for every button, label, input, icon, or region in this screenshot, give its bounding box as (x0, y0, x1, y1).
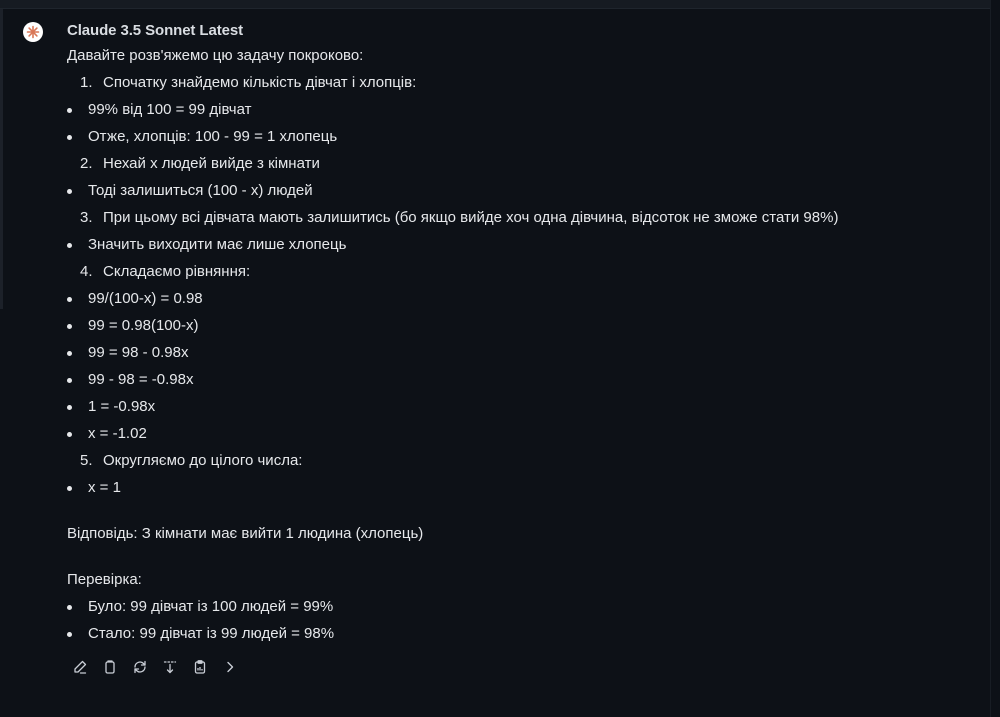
step-number: 3. (80, 209, 93, 226)
chevron-right-icon[interactable] (220, 657, 240, 677)
step-text: Нехай x людей вийде з кімнати (103, 155, 320, 172)
bullet-dot (67, 189, 72, 194)
bullet-dot (67, 486, 72, 491)
model-name: Claude 3.5 Sonnet Latest (67, 22, 243, 39)
bullet-dot (67, 605, 72, 610)
bullet-dot (67, 297, 72, 302)
edit-icon[interactable] (70, 657, 90, 677)
step-number: 2. (80, 155, 93, 172)
list-item: Стало: 99 дівчат із 99 людей = 98% (88, 625, 335, 642)
check-label: Перевірка: (67, 571, 142, 588)
list-item: Було: 99 дівчат із 100 людей = 99% (88, 598, 334, 615)
claude-logo-icon (23, 22, 43, 42)
bullet-dot (67, 324, 72, 329)
step-text: Спочатку знайдемо кількість дівчат і хло… (103, 74, 417, 91)
step-text: Складаємо рівняння: (103, 263, 251, 280)
list-item: 99% від 100 = 99 дівчат (88, 101, 252, 118)
list-item: 99 = 98 - 0.98x (88, 344, 189, 361)
step-number: 5. (80, 452, 93, 469)
assistant-message: Claude 3.5 Sonnet Latest Давайте розв'яж… (0, 9, 990, 717)
list-item: x = 1 (88, 479, 121, 496)
list-item: 99 = 0.98(100-x) (88, 317, 199, 334)
bullet-dot (67, 632, 72, 637)
bullet-dot (67, 108, 72, 113)
list-item: x = -1.02 (88, 425, 147, 442)
list-item: Тоді залишиться (100 - x) людей (88, 182, 313, 199)
bullet-dot (67, 351, 72, 356)
list-item: Значить виходити має лише хлопець (88, 236, 347, 253)
bullet-dot (67, 135, 72, 140)
bullet-dot (67, 405, 72, 410)
branch-icon[interactable] (160, 657, 180, 677)
bullet-dot (67, 432, 72, 437)
step-number: 4. (80, 263, 93, 280)
intro-text: Давайте розв'яжемо цю задачу покроково: (67, 47, 364, 64)
list-item: 99/(100-x) = 0.98 (88, 290, 203, 307)
top-bar (0, 0, 1000, 9)
list-item: Отже, хлопців: 100 - 99 = 1 хлопець (88, 128, 338, 145)
message-actions (70, 657, 250, 677)
scrollbar[interactable] (990, 0, 1000, 717)
list-item: 1 = -0.98x (88, 398, 156, 415)
list-item: 99 - 98 = -0.98x (88, 371, 194, 388)
step-text: При цьому всі дівчата мають залишитись (… (103, 209, 839, 226)
bullet-dot (67, 243, 72, 248)
regenerate-icon[interactable] (130, 657, 150, 677)
bullet-dot (67, 378, 72, 383)
answer-text: Відповідь: З кімнати має вийти 1 людина … (67, 525, 424, 542)
copy-icon[interactable] (100, 657, 120, 677)
step-text: Округляємо до цілого числа: (103, 452, 303, 469)
clipboard-icon[interactable] (190, 657, 210, 677)
step-number: 1. (80, 74, 93, 91)
